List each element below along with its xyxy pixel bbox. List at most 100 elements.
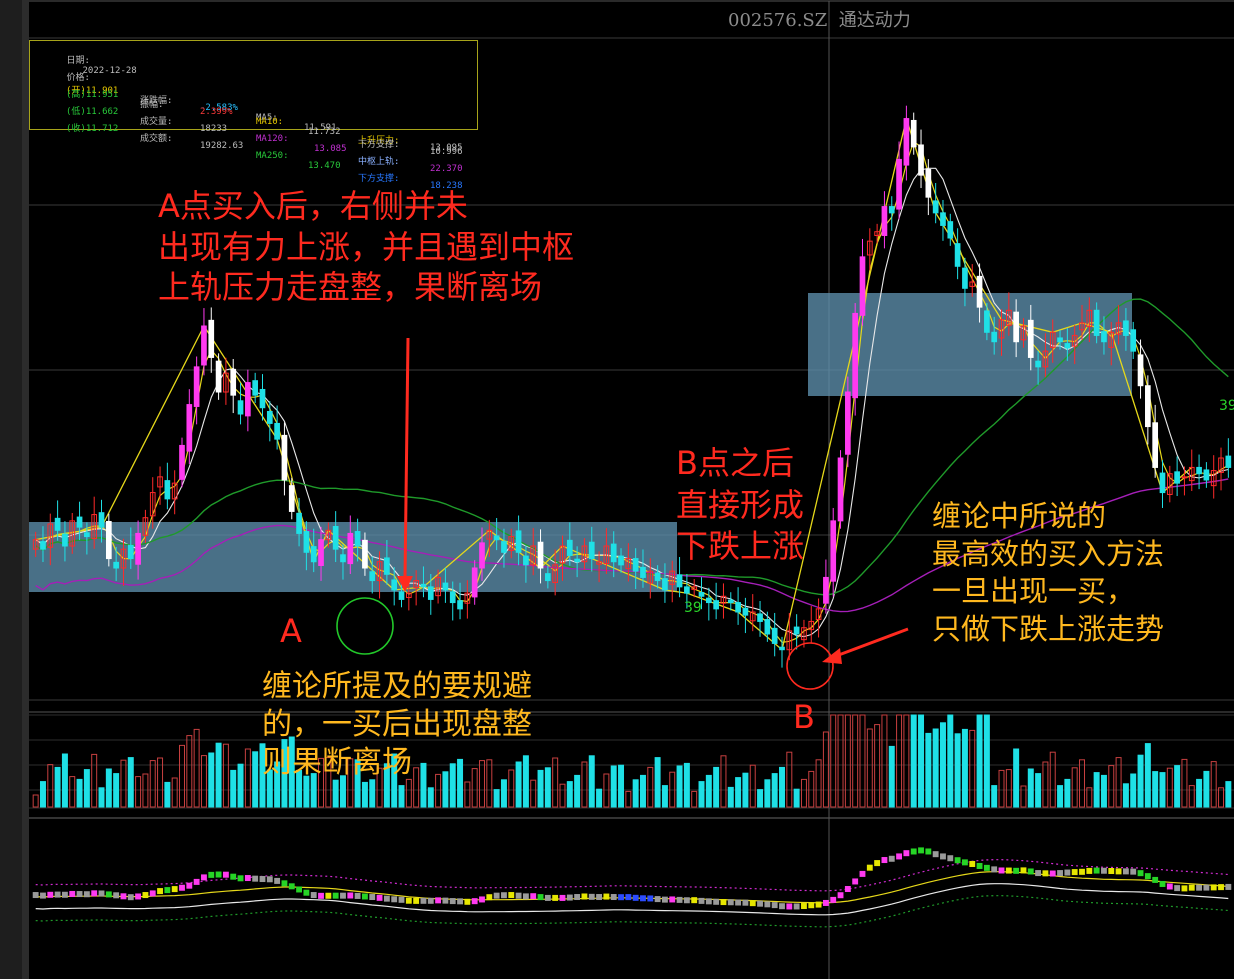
- indicator-block: [749, 900, 756, 907]
- candle-body: [62, 533, 68, 547]
- indicator-block: [757, 900, 763, 907]
- mark-39-right: 39: [1219, 398, 1234, 414]
- candle-body: [113, 561, 119, 569]
- candle-body: [523, 555, 529, 566]
- point-a-label: A: [280, 612, 302, 650]
- volume-bar: [1210, 761, 1217, 808]
- volume-bar: [727, 786, 734, 808]
- candle-body: [662, 578, 668, 591]
- candle-body: [954, 243, 961, 267]
- volume-bar: [32, 794, 39, 808]
- volume-bar: [932, 728, 939, 808]
- candle-body: [757, 613, 763, 622]
- volume-bar: [720, 755, 727, 808]
- indicator-block: [208, 871, 215, 878]
- indicator-block: [259, 876, 266, 883]
- indicator-block: [1086, 867, 1093, 874]
- indicator-block: [40, 892, 46, 899]
- volume-bar: [764, 779, 771, 808]
- volume-bar: [654, 757, 661, 808]
- volume-bar: [625, 790, 632, 808]
- candle-body: [391, 579, 398, 591]
- indicator-block: [991, 866, 998, 873]
- candle-body: [479, 542, 485, 569]
- indicator-block: [1093, 867, 1100, 874]
- indicator-block: [618, 894, 624, 901]
- high-value: (高)11.951: [66, 90, 119, 100]
- indicator-block: [969, 860, 976, 867]
- indicator-block: [822, 899, 829, 906]
- candle-body: [384, 557, 390, 575]
- candle-body: [852, 312, 859, 399]
- candle-body: [98, 512, 105, 528]
- indicator-block: [457, 898, 463, 905]
- indicator-block: [1027, 868, 1034, 875]
- candle-body: [918, 144, 924, 176]
- candle-body: [610, 543, 617, 563]
- candle-body: [676, 574, 683, 588]
- candle-body: [347, 532, 354, 565]
- indicator-block: [62, 891, 68, 898]
- candle-body: [859, 256, 866, 316]
- candle-body: [632, 558, 639, 572]
- arrow-b-head: [822, 648, 842, 664]
- candle-body: [698, 592, 705, 597]
- indicator-base-line: [35, 883, 1229, 916]
- volume-bar: [1071, 767, 1078, 808]
- indicator-block: [362, 893, 368, 900]
- volume-bar: [918, 714, 925, 808]
- volume-bar: [1086, 787, 1093, 808]
- volume-bar: [105, 768, 112, 808]
- volume-bar: [574, 774, 581, 808]
- volume-bar: [164, 781, 171, 808]
- volume-bar: [369, 779, 376, 808]
- candle-body: [779, 646, 785, 651]
- indicator-block: [383, 895, 390, 902]
- volume-bar: [947, 714, 954, 808]
- indicator-block: [244, 875, 251, 882]
- volume-bar: [237, 763, 244, 808]
- volume-bar: [866, 728, 873, 808]
- indicator-block: [281, 880, 288, 887]
- volume-bar: [639, 774, 646, 808]
- indicator-block: [735, 899, 742, 906]
- indicator-block: [793, 903, 800, 910]
- indicator-block: [544, 894, 551, 901]
- indicator-block: [1071, 869, 1078, 876]
- volume-bar: [618, 764, 625, 808]
- indicator-block: [237, 875, 244, 882]
- candle-body: [588, 541, 595, 560]
- indicator-block: [713, 898, 720, 905]
- volume-bar: [713, 766, 720, 808]
- volume-bar: [859, 714, 866, 808]
- indicator-block: [779, 903, 785, 910]
- candle-body: [362, 539, 368, 569]
- indicator-block: [1181, 885, 1188, 892]
- indicator-block: [522, 893, 529, 900]
- indicator-block: [683, 897, 690, 904]
- indicator-block: [918, 847, 924, 854]
- volume-bar: [91, 753, 98, 808]
- candle-body: [1057, 337, 1063, 343]
- candle-body: [545, 573, 551, 582]
- kline-chart[interactable]: 39 39: [0, 0, 1234, 979]
- indicator-block: [1079, 868, 1085, 875]
- indicator-block: [105, 891, 112, 898]
- indicator-block: [1130, 868, 1137, 875]
- volume-bar: [888, 745, 895, 808]
- indicator-block: [1159, 880, 1166, 887]
- volume-bar: [230, 769, 237, 808]
- indicator-block: [1144, 873, 1151, 880]
- volume-bar: [647, 766, 654, 808]
- volume-bar: [1181, 758, 1188, 808]
- candle-body: [266, 410, 273, 424]
- indicator-block: [405, 897, 412, 904]
- candle-body: [515, 530, 522, 553]
- ma120-label: MA120:: [256, 134, 289, 144]
- volume-bar: [1225, 781, 1232, 808]
- candle-body: [310, 546, 317, 563]
- indicator-block: [164, 887, 171, 894]
- candle-body: [823, 576, 829, 604]
- low-value: (低)11.662: [66, 107, 119, 117]
- candle-body: [932, 200, 939, 214]
